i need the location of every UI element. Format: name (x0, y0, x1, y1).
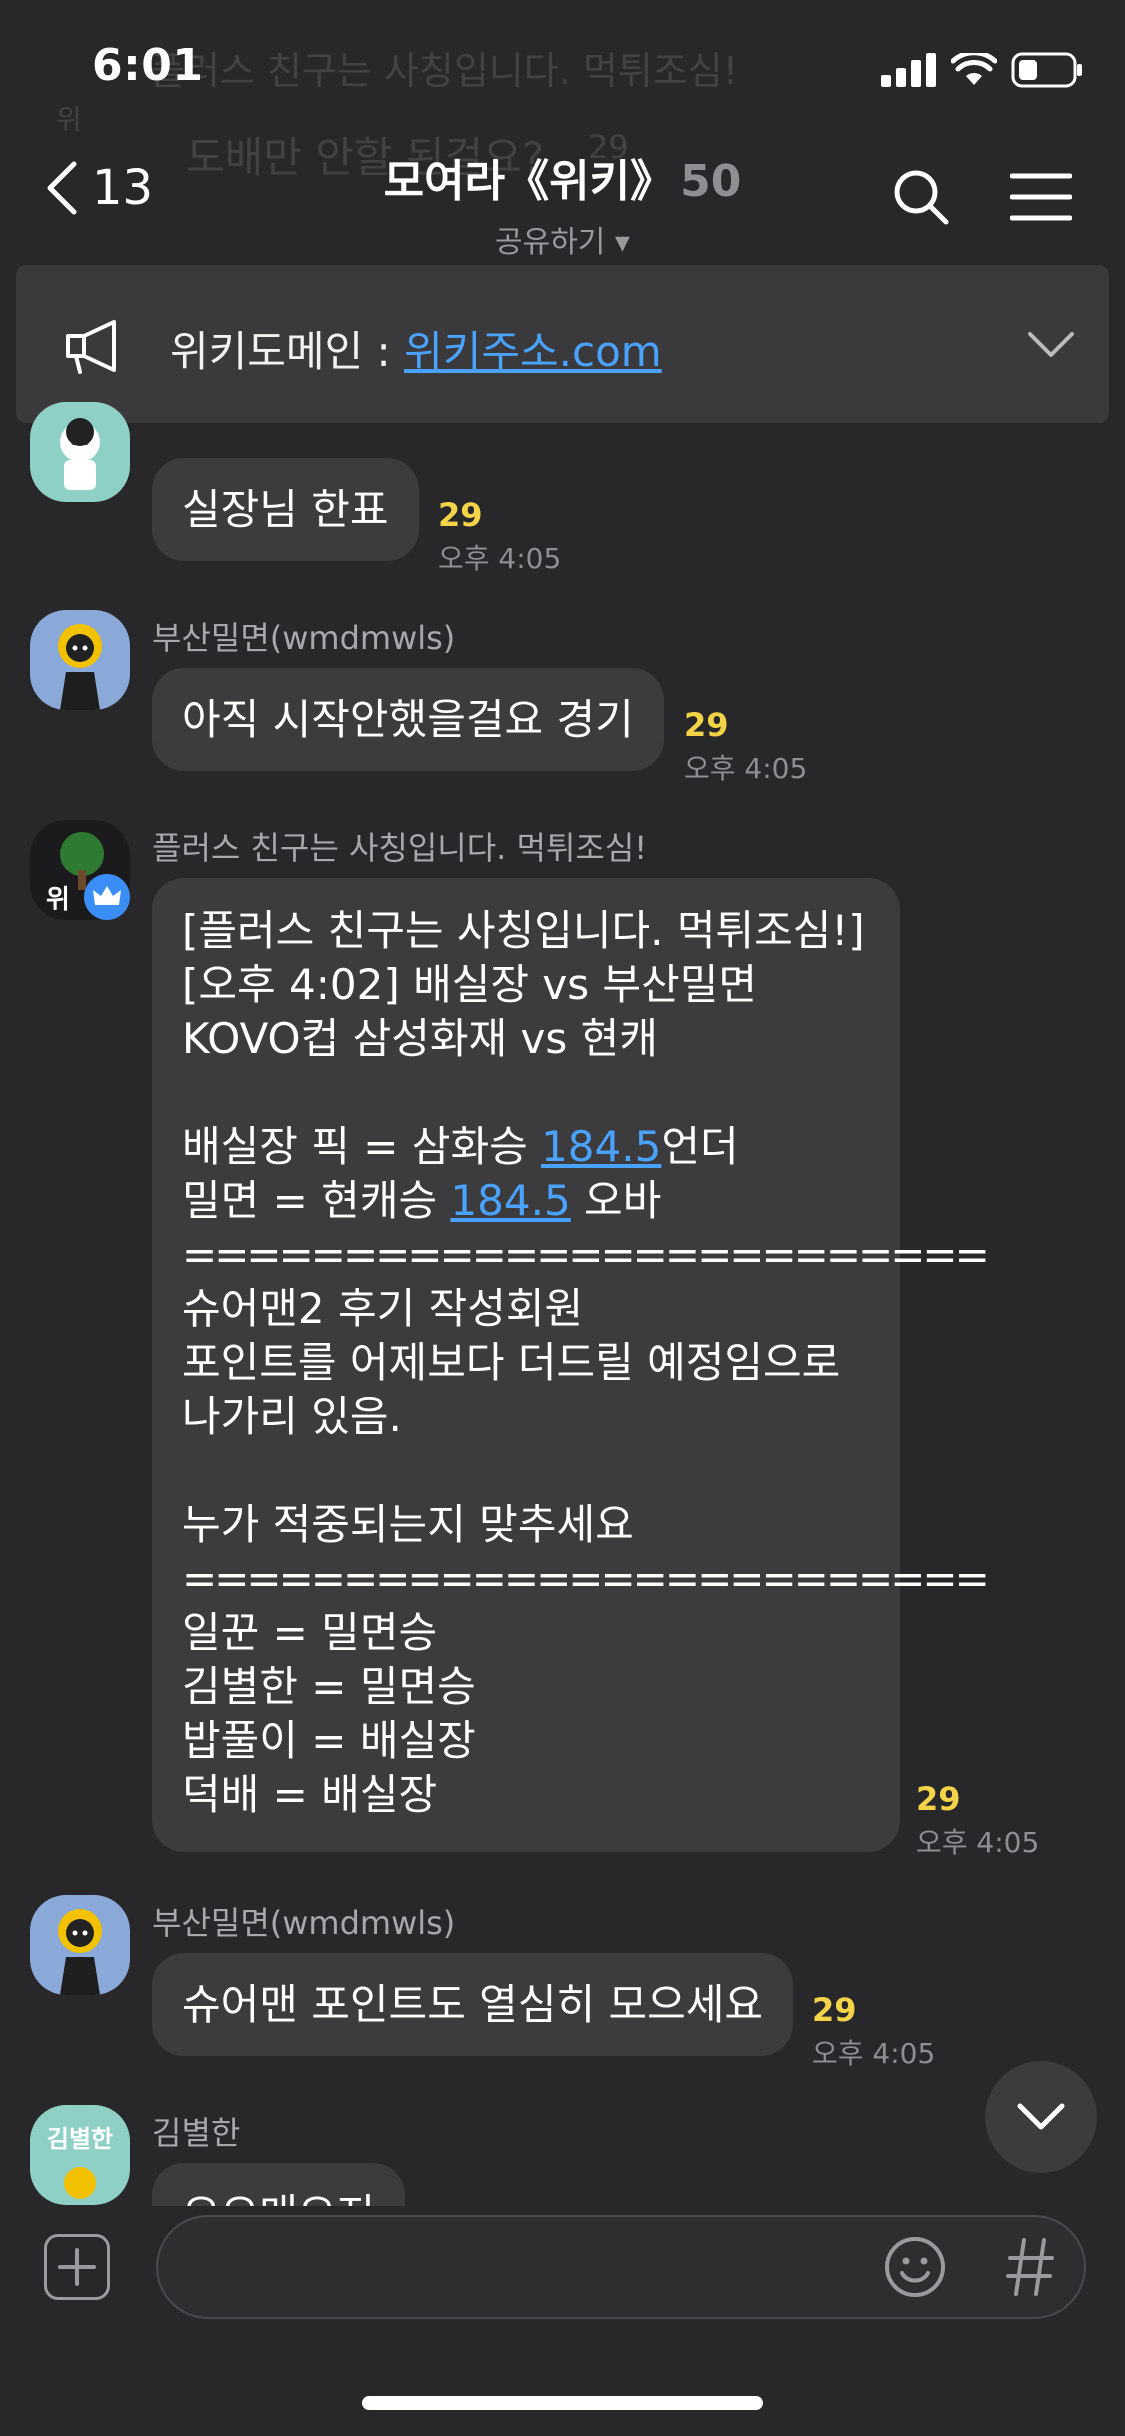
ghost-line-2: 위 (56, 103, 82, 136)
message-bubble[interactable]: 슈어맨 포인트도 열심히 모으세요 (152, 1953, 794, 2057)
megaphone-icon (66, 320, 116, 374)
avatar-text: 김별한 (47, 2125, 113, 2153)
add-button[interactable] (44, 2234, 110, 2300)
avatar[interactable] (30, 610, 130, 710)
crown-badge (84, 874, 130, 920)
message-time: 오후 4:05 (812, 2037, 936, 2070)
avatar-text: 위 (46, 885, 70, 915)
msg-line: 김별한 = 밀면승 (182, 1662, 476, 1711)
member-count: 50 (680, 156, 742, 207)
sender-name: 플러스 친구는 사칭입니다. 먹튀조심! (152, 829, 648, 867)
msg-text: 배실장 픽 = 삼화승 (182, 1122, 542, 1171)
chat-title-text: 모여라《위키》 (383, 156, 675, 207)
ghost-line-1: 플러스 친구는 사칭입니다. 먹튀조심! (150, 49, 738, 93)
message-time: 오후 4:05 (916, 1826, 1040, 1859)
chevron-down-icon[interactable] (1026, 330, 1076, 360)
msg-line: 밥풀이 = 배실장 (182, 1716, 476, 1765)
message-bubble[interactable]: 아직 시작안했을걸요 경기 (152, 668, 664, 772)
msg-separator: ========================= (182, 1554, 990, 1603)
msg-line: 일꾼 = 밀면승 (182, 1608, 438, 1657)
msg-link[interactable]: 184.5 (450, 1176, 570, 1225)
chat-title[interactable]: 모여라《위키》 50 (0, 145, 1125, 209)
msg-line: 슈어맨2 후기 작성회원 (182, 1284, 584, 1333)
unread-count: 29 (812, 1991, 857, 2029)
emoji-icon[interactable] (884, 2236, 946, 2298)
plus-icon (58, 2248, 96, 2286)
message-time: 오후 4:05 (438, 542, 562, 575)
unread-count: 29 (684, 706, 729, 744)
battery-icon (1011, 52, 1082, 88)
message-input[interactable] (156, 2215, 1086, 2319)
sender-name: 김별한 (152, 2114, 241, 2152)
msg-line: 포인트를 어제보다 더드릴 예정임으로 (182, 1338, 841, 1387)
msg-line: 밀면 = 현캐승 184.5 오바 (182, 1174, 870, 1228)
msg-text: 밀면 = 현캐승 (182, 1176, 451, 1225)
menu-icon[interactable] (1010, 172, 1072, 222)
chevron-down-icon (1017, 2103, 1065, 2130)
crown-icon (93, 886, 121, 905)
avatar[interactable] (30, 402, 130, 502)
chat-header: 모여라《위키》 50 공유하기 ▾ (0, 145, 1125, 261)
message-bubble[interactable]: 실장님 한표 (152, 458, 419, 562)
search-icon[interactable] (892, 168, 950, 226)
msg-line: 배실장 픽 = 삼화승 184.5언더 (182, 1120, 870, 1174)
signal-icon (881, 53, 936, 87)
wifi-icon (951, 53, 997, 85)
msg-line: 누가 적중되는지 맞추세요 (182, 1500, 634, 1549)
msg-line: 나가리 있음. (182, 1392, 402, 1441)
share-dropdown[interactable]: 공유하기 ▾ (0, 217, 1125, 261)
unread-count: 29 (916, 1780, 961, 1818)
scroll-to-bottom-button[interactable] (985, 2061, 1097, 2173)
msg-link[interactable]: 184.5 (541, 1122, 661, 1171)
msg-line: KOVO컵 삼성화재 vs 현캐 (182, 1014, 658, 1063)
message-time: 오후 4:05 (684, 752, 808, 785)
msg-line: [플러스 친구는 사칭입니다. 먹튀조심!] (182, 906, 865, 955)
msg-separator: ========================= (182, 1230, 990, 1279)
notice-text: 위키도메인 : 위키주소.com (170, 318, 662, 379)
msg-line: [오후 4:02] 배실장 vs 부산밀면 (182, 960, 757, 1009)
sender-name: 부산밀면(wmdmwls) (152, 1904, 456, 1942)
notice-link[interactable]: 위키주소.com (404, 327, 662, 376)
notice-label: 위키도메인 : (170, 327, 405, 376)
avatar[interactable] (30, 1895, 130, 1995)
status-time: 6:01 (92, 40, 204, 91)
message-bubble[interactable]: [플러스 친구는 사칭입니다. 먹튀조심!] [오후 4:02] 배실장 vs … (152, 878, 990, 1852)
msg-line: 덕배 = 배실장 (182, 1770, 438, 1819)
unread-count: 29 (438, 496, 483, 534)
status-icons (881, 50, 1083, 90)
sender-name: 부산밀면(wmdmwls) (152, 619, 456, 657)
msg-text: 언더 (661, 1122, 739, 1171)
msg-text: 오바 (570, 1176, 662, 1225)
home-indicator (362, 2396, 763, 2410)
hash-icon[interactable] (1006, 2236, 1056, 2298)
avatar[interactable]: 김별한 (30, 2105, 130, 2205)
